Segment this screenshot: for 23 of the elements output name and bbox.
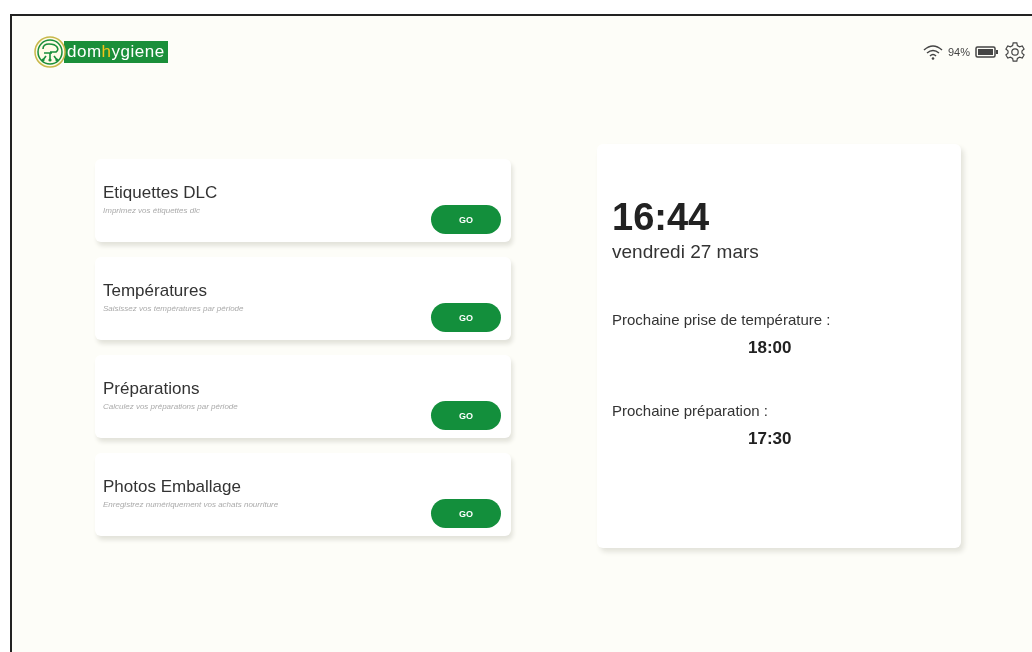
card-title: Etiquettes DLC [103,182,218,203]
next-event-time: 18:00 [748,338,793,358]
card-title: Préparations [103,378,201,399]
card-subtitle: Calculez vos préparations par période [103,401,238,411]
go-button[interactable]: GO [431,499,501,528]
card-title: Photos Emballage [103,476,242,497]
clock-time: 16:44 [612,196,711,239]
card-subtitle: Enregistrez numériquement vos achats nourriture [103,499,279,509]
card-subtitle: Imprimez vos étiquettes dlc [103,205,201,215]
card-subtitle: Saisissez vos températures par période [103,303,244,313]
wifi-icon [922,44,943,60]
card-title: Températures [103,280,208,301]
battery-icon [975,46,999,58]
go-button[interactable]: GO [431,205,501,234]
go-button[interactable]: GO [431,401,501,430]
current-date: vendredi 27 mars [612,241,760,263]
next-event-time: 17:30 [748,429,793,449]
battery-percent: 94% [947,46,970,58]
next-event-label: Prochaine préparation : [612,402,769,419]
brand-logo-text: domhygiene [64,41,168,63]
settings-icon[interactable] [1004,41,1026,63]
next-event-label: Prochaine prise de température : [612,311,832,328]
go-button[interactable]: GO [431,303,501,332]
